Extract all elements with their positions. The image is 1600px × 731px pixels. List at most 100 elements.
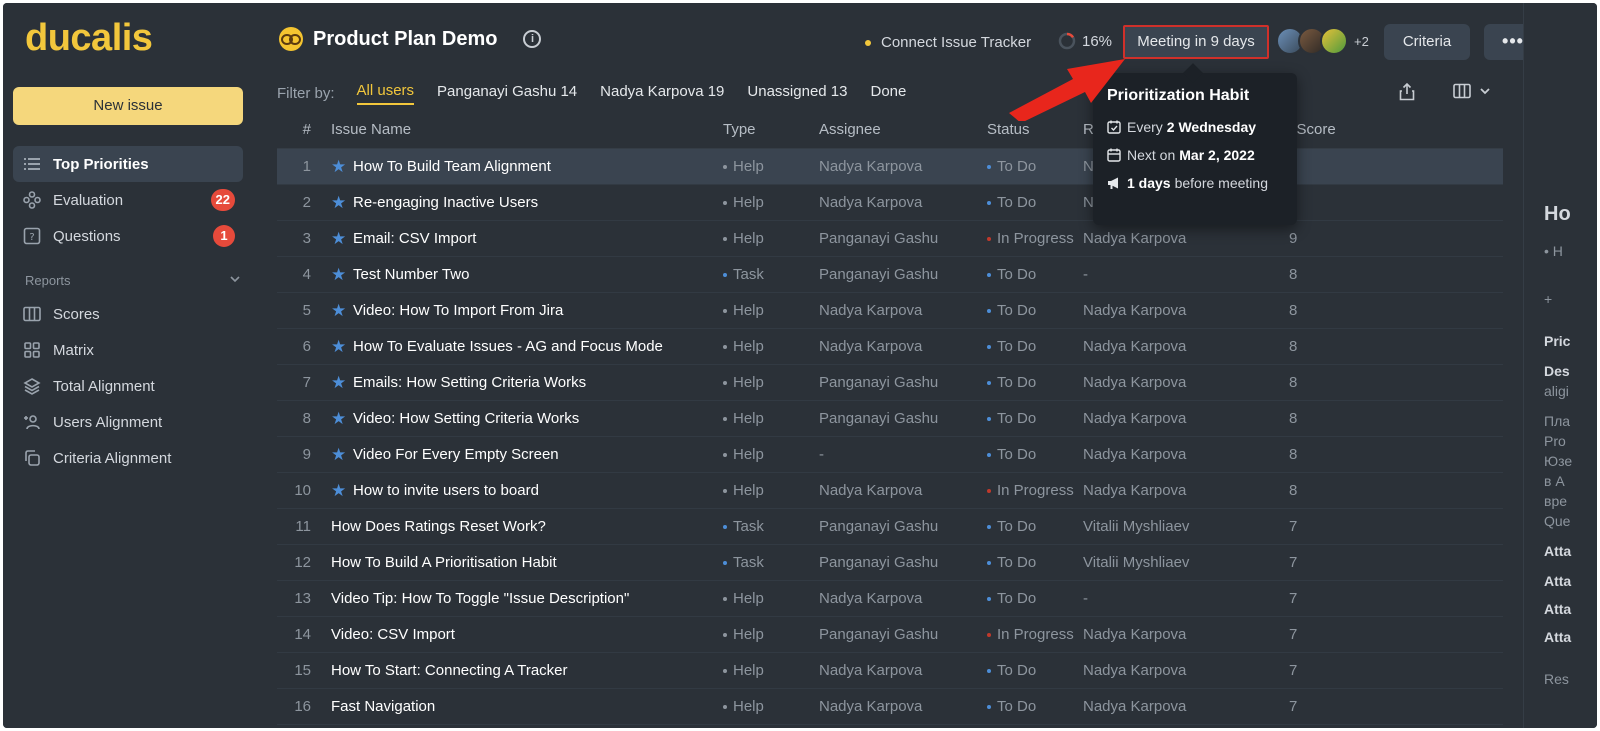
- table-row[interactable]: 2 ★ Re-engaging Inactive Users Help Nadya Ka…: [277, 185, 1503, 221]
- issue-name[interactable]: ★ Re-engaging Inactive Users: [321, 194, 715, 212]
- issue-name[interactable]: ★ How To Evaluate Issues - AG and Focus M…: [321, 338, 715, 356]
- issue-assignee: Nadya Karpova: [819, 158, 923, 175]
- row-number: 10: [294, 482, 311, 499]
- issue-name[interactable]: How To Start: Connecting A Tracker: [321, 662, 715, 679]
- issue-score: 7: [1289, 662, 1298, 679]
- filter-all-users[interactable]: All users: [356, 82, 415, 105]
- filter-done[interactable]: Done: [870, 83, 906, 104]
- tooltip-title: Prioritization Habit: [1107, 87, 1250, 104]
- sidebar-item-users-alignment[interactable]: Users Alignment: [13, 404, 243, 440]
- share-icon[interactable]: [1399, 82, 1415, 106]
- star-icon[interactable]: ★: [331, 230, 349, 248]
- criteria-button[interactable]: Criteria: [1384, 24, 1470, 60]
- issue-name[interactable]: ★ How to invite users to board: [321, 482, 715, 500]
- sidebar-item-scores[interactable]: Scores: [13, 296, 243, 332]
- table-row[interactable]: 10 ★ How to invite users to board Help Nadya…: [277, 473, 1503, 509]
- status-dot-icon: [987, 308, 991, 313]
- star-icon[interactable]: ★: [331, 446, 349, 464]
- star-icon[interactable]: ★: [331, 158, 349, 176]
- star-icon[interactable]: ★: [331, 338, 349, 356]
- board-members[interactable]: +2: [1276, 27, 1369, 55]
- table-row[interactable]: 9 ★ Video For Every Empty Screen Help - To Do…: [277, 437, 1503, 473]
- table-row[interactable]: 3 ★ Email: CSV Import Help Panganayi Gashu In…: [277, 221, 1503, 257]
- col-status[interactable]: Status: [979, 121, 1075, 138]
- meeting-countdown-button[interactable]: Meeting in 9 days: [1123, 25, 1269, 59]
- issue-name[interactable]: How To Build A Prioritisation Habit: [321, 554, 715, 571]
- table-row[interactable]: 12 How To Build A Prioritisation Habit Tas…: [277, 545, 1503, 581]
- issue-name[interactable]: ★ How To Build Team Alignment: [321, 158, 715, 176]
- info-icon[interactable]: i: [523, 30, 542, 48]
- sidebar-item-questions[interactable]: ? Questions 1: [13, 218, 243, 254]
- table-body: 1 ★ How To Build Team Alignment Help Nadya K…: [277, 149, 1503, 725]
- table-row[interactable]: 4 ★ Test Number Two Task Panganayi Gashu To D…: [277, 257, 1503, 293]
- filter-unassigned[interactable]: Unassigned 13: [747, 83, 847, 104]
- detail-panel-text: Des: [1544, 363, 1570, 379]
- issue-name[interactable]: How Does Ratings Reset Work?: [321, 518, 715, 535]
- new-issue-button[interactable]: New issue: [13, 87, 243, 125]
- issue-name[interactable]: ★ Video: How Setting Criteria Works: [321, 410, 715, 428]
- table-row[interactable]: 5 ★ Video: How To Import From Jira Help Nady…: [277, 293, 1503, 329]
- issue-name[interactable]: ★ Email: CSV Import: [321, 230, 715, 248]
- issue-type: Help: [715, 158, 811, 175]
- issue-status: To Do: [979, 698, 1075, 715]
- more-users-count[interactable]: +2: [1354, 34, 1369, 49]
- table-row[interactable]: 15 How To Start: Connecting A Tracker Help…: [277, 653, 1503, 689]
- connect-issue-tracker-link[interactable]: Connect Issue Tracker: [865, 34, 1031, 51]
- star-icon[interactable]: ★: [331, 482, 349, 500]
- row-number: 5: [302, 302, 311, 319]
- issue-type: Help: [715, 446, 811, 463]
- star-icon[interactable]: ★: [331, 374, 349, 392]
- issue-name[interactable]: ★ Video: How To Import From Jira: [321, 302, 715, 320]
- col-number[interactable]: #: [277, 121, 321, 138]
- issue-name[interactable]: Video Tip: How To Toggle "Issue Descript…: [321, 590, 715, 607]
- star-icon[interactable]: ★: [331, 266, 349, 284]
- page-title[interactable]: Product Plan Demo: [313, 28, 497, 51]
- issue-name[interactable]: Video: CSV Import: [321, 626, 715, 643]
- sidebar-item-top-priorities[interactable]: Top Priorities: [13, 146, 243, 182]
- columns-toggle-icon[interactable]: [1453, 83, 1491, 99]
- table-row[interactable]: 1 ★ How To Build Team Alignment Help Nadya K…: [277, 149, 1503, 185]
- issue-name[interactable]: ★ Video For Every Empty Screen: [321, 446, 715, 464]
- table-row[interactable]: 16 Fast Navigation Help Nadya Karpova To Do N…: [277, 689, 1503, 725]
- star-icon[interactable]: ★: [331, 410, 349, 428]
- col-issue-name[interactable]: Issue Name: [321, 121, 715, 138]
- status-dot-icon: [987, 344, 991, 349]
- issue-assignee: Panganayi Gashu: [819, 230, 939, 247]
- issue-type: Help: [715, 302, 811, 319]
- table-row[interactable]: 8 ★ Video: How Setting Criteria Works Help P…: [277, 401, 1503, 437]
- evaluation-progress[interactable]: 16%: [1058, 32, 1112, 50]
- avatar[interactable]: [1320, 27, 1348, 55]
- issue-name[interactable]: ★ Emails: How Setting Criteria Works: [321, 374, 715, 392]
- table-row[interactable]: 6 ★ How To Evaluate Issues - AG and Focus …: [277, 329, 1503, 365]
- sidebar-item-evaluation[interactable]: Evaluation 22: [13, 182, 243, 218]
- row-number: 2: [302, 194, 311, 211]
- table-row[interactable]: 7 ★ Emails: How Setting Criteria Works Help…: [277, 365, 1503, 401]
- columns-icon: [23, 305, 41, 323]
- sidebar-item-total-alignment[interactable]: Total Alignment: [13, 368, 243, 404]
- star-icon[interactable]: ★: [331, 194, 349, 212]
- table-row[interactable]: 11 How Does Ratings Reset Work? Task Pangan…: [277, 509, 1503, 545]
- status-dot-icon: [987, 704, 991, 709]
- filter-nadya-karpova[interactable]: Nadya Karpova 19: [600, 83, 724, 104]
- issue-assignee: Panganayi Gashu: [819, 266, 939, 283]
- detail-panel-text: Pro: [1544, 433, 1566, 449]
- issue-title: How To Evaluate Issues - AG and Focus Mo…: [353, 338, 663, 355]
- reports-section-toggle[interactable]: Reports: [25, 273, 245, 288]
- issue-assignee: Nadya Karpova: [819, 482, 923, 499]
- col-assignee[interactable]: Assignee: [811, 121, 979, 138]
- sidebar-item-criteria-alignment[interactable]: Criteria Alignment: [13, 440, 243, 476]
- nodes-icon: [23, 191, 41, 209]
- issue-title: Video: CSV Import: [331, 626, 455, 643]
- filter-panganayi-gashu[interactable]: Panganayi Gashu 14: [437, 83, 577, 104]
- sidebar-item-matrix[interactable]: Matrix: [13, 332, 243, 368]
- star-icon[interactable]: ★: [331, 302, 349, 320]
- detail-panel-text: Юзе: [1544, 453, 1573, 469]
- table-row[interactable]: 13 Video Tip: How To Toggle "Issue Descri…: [277, 581, 1503, 617]
- issue-score: 8: [1289, 338, 1298, 355]
- issue-name[interactable]: ★ Test Number Two: [321, 266, 715, 284]
- table-row[interactable]: 14 Video: CSV Import Help Panganayi Gashu In…: [277, 617, 1503, 653]
- issue-name[interactable]: Fast Navigation: [321, 698, 715, 715]
- col-score[interactable]: l Score: [1285, 121, 1385, 138]
- issue-status: To Do: [979, 590, 1075, 607]
- col-type[interactable]: Type: [715, 121, 811, 138]
